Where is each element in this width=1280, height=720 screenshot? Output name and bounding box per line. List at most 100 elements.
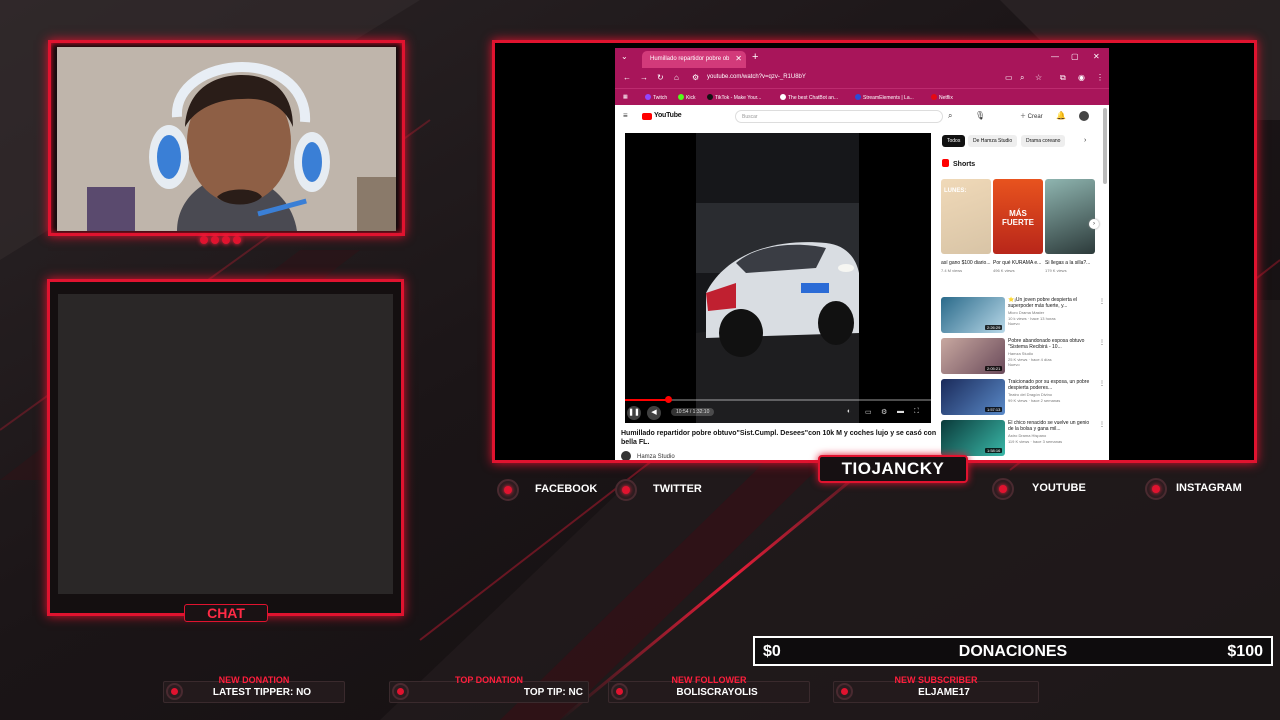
recommended-meta: Micro Drama Master 10 k views · hace 13 h… — [1008, 310, 1056, 326]
chips-next-icon[interactable]: › — [1084, 137, 1086, 144]
channel-name[interactable]: Hamza Studio — [637, 454, 675, 460]
apps-icon[interactable]: ▦ — [623, 94, 628, 100]
short-title[interactable]: así gano $100 diario... — [941, 260, 991, 267]
chat-label: CHAT — [184, 604, 268, 622]
chip-all[interactable]: Todos — [942, 135, 966, 147]
alert-title: NEW DONATION — [218, 675, 290, 685]
bookmark-twitch[interactable]: Twitch — [645, 94, 667, 101]
youtube-logo-icon[interactable] — [642, 113, 652, 120]
short-title[interactable]: Si llegas a la silla?... — [1045, 260, 1095, 267]
alert-title: TOP DONATION — [454, 675, 523, 685]
theater-mode-icon[interactable]: ▬ — [897, 408, 904, 415]
short-thumbnail[interactable]: MÁS FUERTE — [993, 179, 1043, 254]
reload-icon[interactable]: ↻ — [657, 73, 664, 82]
minimize-icon[interactable]: — — [1051, 52, 1059, 61]
profile-icon[interactable]: ◉ — [1078, 73, 1085, 82]
video-frame[interactable] — [696, 133, 859, 423]
bookmark-tiktok[interactable]: TikTok - Make Your... — [707, 94, 761, 101]
bookmarks-bar: ▦ Twitch Kick TikTok - Make Your... The … — [615, 88, 1109, 105]
short-item[interactable]: MÁS FUERTE Por qué KURAMA e... 496 K vie… — [993, 179, 1043, 273]
video-player[interactable]: ❚❚ ◀ 10:54 / 1:32:10 ◐ ▭ ⚙ ▬ ⛶ — [625, 133, 931, 423]
top-donation-icon — [392, 683, 409, 700]
channel-row: Hamza Studio — [621, 451, 675, 460]
recommended-meta: Astro Drama Hispano 119 K views · hace 3 … — [1008, 433, 1063, 444]
notifications-bell-icon[interactable]: 🔔 — [1056, 111, 1066, 120]
short-title[interactable]: Por qué KURAMA e... — [993, 260, 1043, 267]
progress-fill — [625, 399, 668, 401]
progress-bar[interactable] — [625, 396, 931, 403]
url-bar[interactable]: youtube.com/watch?v=qzv-_R1U8bY — [707, 74, 806, 80]
chip-channel[interactable]: De Hamza Studio — [968, 135, 1018, 147]
browser-tabbar: ⌄ Humillado repartidor pobre ob ✕ + — ▢ … — [615, 48, 1109, 68]
extensions-icon[interactable]: ⧉ — [1060, 73, 1066, 83]
bookmark-chatbot[interactable]: The best ChatBot an... — [780, 94, 838, 101]
site-info-icon[interactable]: ⚙ — [692, 73, 699, 82]
close-window-icon[interactable]: ✕ — [1093, 52, 1100, 61]
fullscreen-icon[interactable]: ⛶ — [914, 408, 919, 416]
new-tab-icon[interactable]: + — [752, 51, 758, 63]
subtitles-icon[interactable]: ▭ — [865, 408, 872, 416]
time-display: 10:54 / 1:32:10 — [671, 408, 715, 416]
bookmark-kick[interactable]: Kick — [678, 94, 695, 101]
alert-title: NEW SUBSCRIBER — [894, 675, 978, 685]
recommended-video[interactable]: 2:26:29 ⭐¡Un joven pobre despierta el su… — [941, 297, 1105, 335]
webcam-person-image — [57, 47, 396, 231]
search-icon[interactable]: ⌕ — [948, 111, 952, 121]
short-thumbnail[interactable]: LUNES: — [941, 179, 991, 254]
shorts-next-icon[interactable]: › — [1089, 219, 1099, 229]
youtube-search-input[interactable]: Buscar — [735, 110, 943, 123]
alert-value: TOP TIP: NC — [523, 687, 583, 698]
pause-icon[interactable]: ❚❚ — [627, 406, 641, 420]
autoplay-toggle-icon[interactable]: ◐ — [847, 408, 851, 415]
progress-scrubber[interactable] — [664, 396, 672, 403]
volume-icon[interactable]: ◀ — [647, 406, 661, 420]
shorts-header: Shorts — [942, 159, 975, 168]
short-views: 7.4 M views — [941, 268, 963, 273]
twitter-icon — [615, 479, 637, 501]
install-icon[interactable]: ▭ — [1005, 73, 1013, 82]
alert-new-donation: NEW DONATION LATEST TIPPER: NO — [163, 675, 345, 703]
page-scrollbar[interactable] — [1103, 108, 1107, 184]
more-options-icon[interactable]: ⋮ — [1099, 339, 1105, 346]
chip-korean-drama[interactable]: Drama coreano — [1021, 135, 1066, 147]
donation-goal-min: $0 — [763, 643, 781, 660]
video-duration: 2:05:21 — [985, 366, 1003, 371]
more-options-icon[interactable]: ⋮ — [1099, 298, 1105, 305]
recommended-title[interactable]: Pobre abandonado esposa obtuvo "Sistema … — [1008, 338, 1094, 350]
more-options-icon[interactable]: ⋮ — [1099, 380, 1105, 387]
youtube-logo-text[interactable]: YouTube — [654, 112, 682, 119]
video-duration: 2:26:29 — [985, 325, 1003, 330]
bookmark-star-icon[interactable]: ☆ — [1035, 73, 1042, 82]
browser-tab-active[interactable]: Humillado repartidor pobre ob ✕ — [642, 51, 746, 68]
alert-title: NEW FOLLOWER — [671, 675, 747, 685]
account-avatar[interactable] — [1079, 111, 1089, 121]
short-thumbnail[interactable] — [1045, 179, 1095, 254]
social-label: TWITTER — [653, 483, 702, 495]
recommended-video[interactable]: 2:05:21 Pobre abandonado esposa obtuvo "… — [941, 338, 1105, 376]
channel-avatar[interactable] — [621, 451, 631, 460]
tab-close-icon[interactable]: ✕ — [735, 54, 742, 63]
zoom-icon[interactable]: ⌕ — [1020, 73, 1024, 83]
settings-gear-icon[interactable]: ⚙ — [881, 408, 887, 416]
back-icon[interactable]: ← — [623, 73, 631, 82]
create-button[interactable]: ＋ Crear — [1020, 111, 1043, 120]
recommended-title[interactable]: Traicionado por su esposa, un pobre desp… — [1008, 379, 1094, 391]
recommended-video[interactable]: 1:58:16 El chico renacido se vuelve un g… — [941, 420, 1105, 458]
microphone-icon[interactable]: 🎙 — [975, 111, 985, 120]
recommended-video[interactable]: 1:57:13 Traicionado por su esposa, un po… — [941, 379, 1105, 417]
short-item[interactable]: LUNES: así gano $100 diario... 7.4 M vie… — [941, 179, 991, 273]
instagram-icon — [1145, 478, 1167, 500]
donation-goal-max: $100 — [1227, 643, 1263, 660]
bookmark-netflix[interactable]: Netflix — [931, 94, 953, 101]
browser-menu-icon[interactable]: ⋮ — [1096, 73, 1104, 82]
short-item[interactable]: Si llegas a la silla?... 179 K views — [1045, 179, 1095, 273]
forward-icon[interactable]: → — [640, 73, 648, 82]
recommended-title[interactable]: ⭐¡Un joven pobre despierta el superpoder… — [1008, 297, 1094, 309]
bookmark-streamelements[interactable]: StreamElements | La... — [855, 94, 914, 101]
home-icon[interactable]: ⌂ — [674, 73, 679, 82]
more-options-icon[interactable]: ⋮ — [1099, 421, 1105, 428]
maximize-icon[interactable]: ▢ — [1071, 52, 1079, 61]
tab-search-icon[interactable]: ⌄ — [621, 52, 628, 61]
recommended-title[interactable]: El chico renacido se vuelve un genio de … — [1008, 420, 1094, 432]
hamburger-menu-icon[interactable]: ≡ — [623, 111, 628, 120]
